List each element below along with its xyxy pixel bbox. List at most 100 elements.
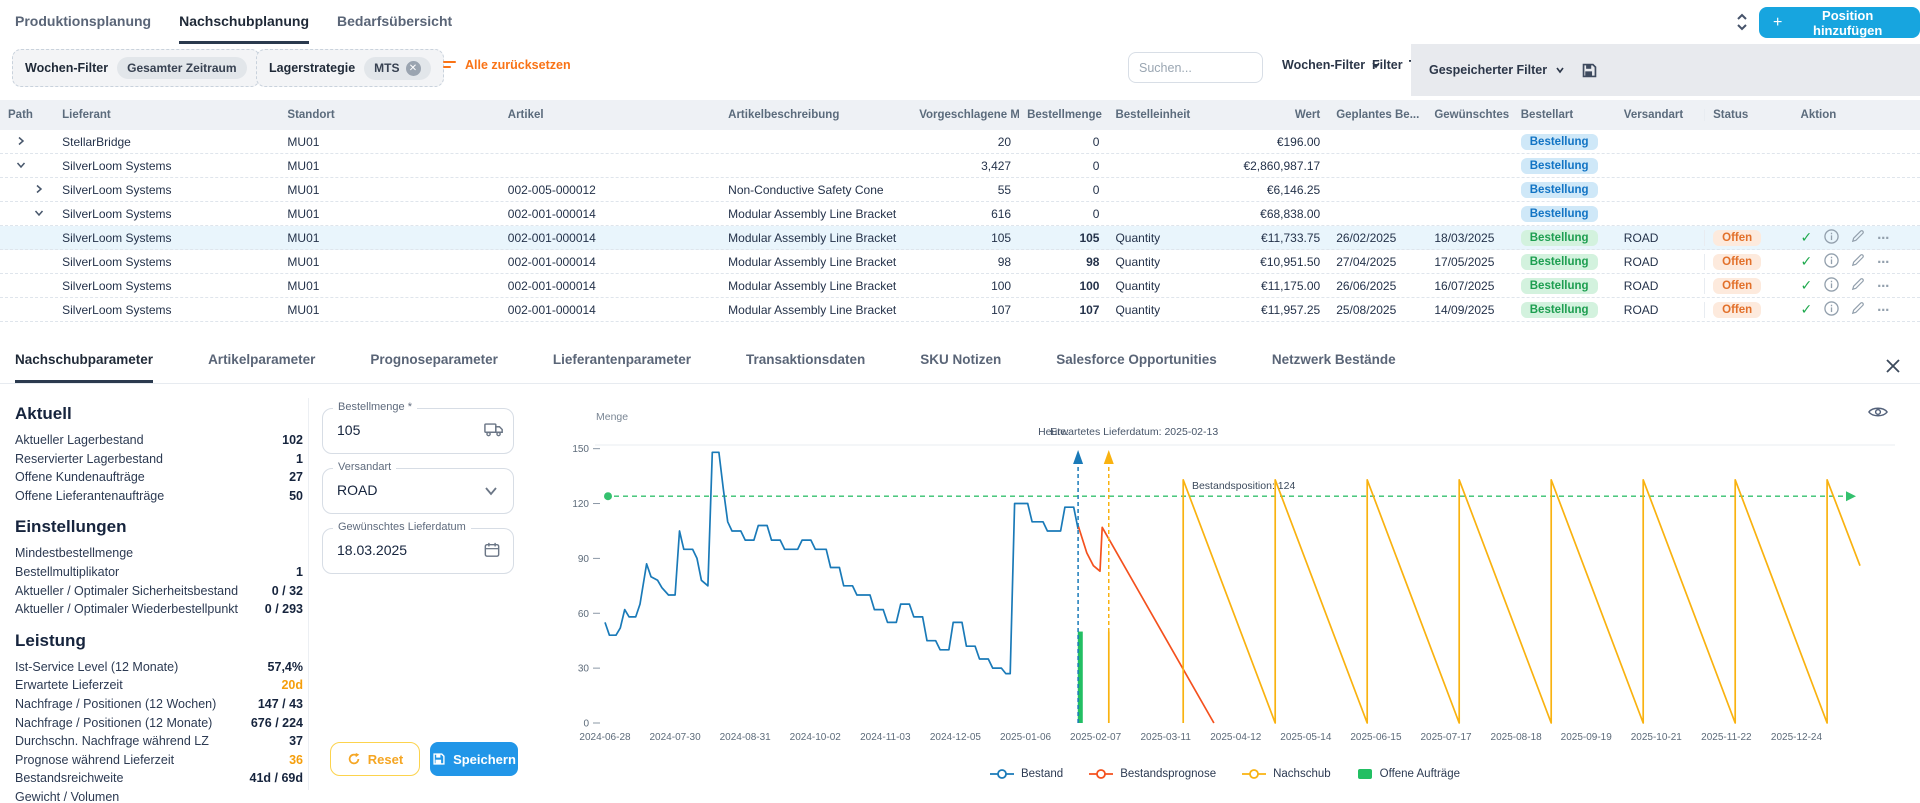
column-header-5[interactable]: Vorgeschlagene M... — [911, 109, 1019, 121]
zeitraum-chip[interactable]: Gesamter Zeitraum — [117, 57, 247, 79]
approve-check-icon[interactable]: ✓ — [1801, 277, 1813, 294]
detail-tab-3[interactable]: Lieferantenparameter — [553, 328, 691, 383]
cell-5: 107 — [991, 302, 1012, 317]
tab-bedarfsuebersicht[interactable]: Bedarfsübersicht — [337, 0, 452, 44]
info-icon[interactable] — [1824, 228, 1839, 247]
column-header-6[interactable]: Bestellmenge — [1019, 109, 1107, 121]
cell-1: SilverLoom Systems — [62, 158, 172, 173]
search-input[interactable] — [1128, 52, 1263, 83]
info-icon[interactable] — [1824, 252, 1839, 271]
table-row[interactable]: SilverLoom Systems MU01 002-001-000014 Modu… — [0, 298, 1920, 322]
chart-visibility-eye-icon[interactable] — [1868, 405, 1888, 421]
column-header-4[interactable]: Artikelbeschreibung — [720, 109, 911, 121]
table-row[interactable]: SilverLoom Systems MU01 3,427 0 €2,860,987.1… — [0, 154, 1920, 178]
table-row[interactable]: SilverLoom Systems MU01 002-005-000012 Non-… — [0, 178, 1920, 202]
stat-value: 37 — [289, 734, 303, 749]
column-header-8[interactable]: Wert — [1206, 109, 1329, 121]
lieferdatum-field[interactable]: Gewünschtes Lieferdatum 18.03.2025 — [322, 521, 514, 574]
table-row[interactable]: SilverLoom Systems MU01 002-001-000014 Modu… — [0, 250, 1920, 274]
wochen-filter-group[interactable]: Wochen-Filter Gesamter Zeitraum — [12, 49, 260, 87]
approve-check-icon[interactable]: ✓ — [1801, 253, 1813, 270]
cell-1: SilverLoom Systems — [62, 182, 172, 197]
info-icon[interactable] — [1824, 300, 1839, 319]
edit-pencil-icon[interactable] — [1851, 229, 1865, 246]
detail-tab-2[interactable]: Prognoseparameter — [370, 328, 498, 383]
table-row[interactable]: SilverLoom Systems MU01 002-001-000014 Modu… — [0, 202, 1920, 226]
more-actions-icon[interactable]: ⋯ — [1877, 279, 1889, 293]
stat-label: Durchschn. Nachfrage während LZ — [15, 734, 209, 749]
expand-chevron-icon[interactable] — [34, 183, 46, 197]
column-header-10[interactable]: Gewünschtes ... — [1426, 109, 1512, 121]
table-row[interactable]: StellarBridge MU01 20 0 €196.00 Bestellung — [0, 130, 1920, 154]
column-header-9[interactable]: Geplantes Be... — [1328, 109, 1426, 121]
reset-all-filters[interactable]: Alle zurücksetzen — [443, 58, 571, 72]
expand-chevron-icon[interactable] — [16, 135, 28, 149]
column-header-14[interactable]: Aktion — [1793, 109, 1920, 121]
legend-item[interactable]: Nachschub — [1242, 768, 1331, 780]
cell-10: 16/07/2025 — [1434, 278, 1495, 293]
legend-item[interactable]: Offene Aufträge — [1357, 768, 1460, 780]
chevron-down-icon[interactable] — [1555, 65, 1565, 75]
cell-4: Modular Assembly Line Bracket — [728, 278, 897, 293]
column-header-3[interactable]: Artikel — [500, 109, 720, 121]
series-bestandsprognose — [1077, 525, 1215, 724]
save-button[interactable]: Speichern — [430, 742, 518, 776]
column-header-7[interactable]: Bestelleinheit — [1107, 109, 1205, 121]
status-badge: Offen — [1713, 301, 1762, 318]
column-header-12[interactable]: Versandart — [1616, 109, 1704, 121]
versandart-select[interactable]: Versandart ROAD — [322, 461, 514, 514]
column-header-0[interactable]: Path — [0, 109, 54, 121]
stat-row: Erwartete Lieferzeit 20d — [15, 676, 303, 695]
column-header-13[interactable]: Status — [1704, 109, 1792, 121]
add-position-button[interactable]: + Position hinzufügen — [1759, 7, 1920, 38]
cell-3: 002-001-000014 — [507, 278, 596, 293]
tab-nachschubplanung[interactable]: Nachschubplanung — [179, 0, 310, 44]
wochen-filter-dropdown[interactable]: Wochen-Filter — [1282, 58, 1381, 72]
edit-pencil-icon[interactable] — [1851, 277, 1865, 294]
collapse-chevron-icon[interactable] — [34, 207, 46, 221]
edit-pencil-icon[interactable] — [1851, 253, 1865, 270]
info-icon[interactable] — [1824, 276, 1839, 295]
bestellmenge-field[interactable]: Bestellmenge * 105 — [322, 401, 514, 454]
x-tick-label: 2025-10-21 — [1631, 732, 1683, 743]
approve-check-icon[interactable]: ✓ — [1801, 301, 1813, 318]
cell-9: 26/02/2025 — [1336, 230, 1397, 245]
table-row[interactable]: SilverLoom Systems MU01 002-001-000014 Modu… — [0, 226, 1920, 250]
table-row[interactable]: SilverLoom Systems MU01 002-001-000014 Modu… — [0, 274, 1920, 298]
stat-value: 676 / 224 — [250, 715, 303, 730]
detail-tab-6[interactable]: Salesforce Opportunities — [1056, 328, 1217, 383]
bestellmenge-value[interactable]: 105 — [337, 422, 360, 438]
reset-button[interactable]: Reset — [330, 742, 420, 776]
detail-tab-1[interactable]: Artikelparameter — [208, 328, 315, 383]
detail-tab-4[interactable]: Transaktionsdaten — [746, 328, 865, 383]
tab-produktionsplanung[interactable]: Produktionsplanung — [15, 0, 151, 44]
detail-tab-0[interactable]: Nachschubparameter — [15, 328, 154, 383]
lieferdatum-value[interactable]: 18.03.2025 — [337, 542, 407, 558]
more-actions-icon[interactable]: ⋯ — [1877, 231, 1889, 245]
more-actions-icon[interactable]: ⋯ — [1877, 255, 1889, 269]
column-header-2[interactable]: Standort — [279, 109, 499, 121]
legend-item[interactable]: Bestand — [989, 768, 1063, 780]
column-header-1[interactable]: Lieferant — [54, 109, 279, 121]
cell-11: Bestellung — [1513, 181, 1616, 198]
remove-chip-icon[interactable]: ✕ — [405, 60, 421, 76]
mts-chip[interactable]: MTS ✕ — [364, 56, 431, 80]
cell-5: 616 — [991, 206, 1012, 221]
expand-collapse-icon[interactable] — [1733, 12, 1751, 32]
edit-pencil-icon[interactable] — [1851, 301, 1865, 318]
chevron-down-icon[interactable] — [484, 482, 502, 500]
save-filter-icon[interactable] — [1581, 62, 1598, 79]
legend-item[interactable]: Bestandsprognose — [1089, 768, 1216, 780]
detail-tab-5[interactable]: SKU Notizen — [920, 328, 1001, 383]
saved-filter-dropdown[interactable]: Gespeicherter Filter — [1429, 63, 1547, 77]
close-panel-icon[interactable] — [1885, 358, 1901, 374]
lagerstrategie-group[interactable]: Lagerstrategie MTS ✕ — [256, 49, 444, 87]
cell-7: Quantity — [1115, 302, 1161, 317]
more-actions-icon[interactable]: ⋯ — [1877, 303, 1889, 317]
cell-4: Non-Conductive Safety Cone — [728, 182, 884, 197]
detail-tab-7[interactable]: Netzwerk Bestände — [1272, 328, 1396, 383]
calendar-icon[interactable] — [484, 542, 502, 560]
collapse-chevron-icon[interactable] — [16, 159, 28, 173]
approve-check-icon[interactable]: ✓ — [1801, 229, 1813, 246]
column-header-11[interactable]: Bestellart — [1513, 109, 1616, 121]
